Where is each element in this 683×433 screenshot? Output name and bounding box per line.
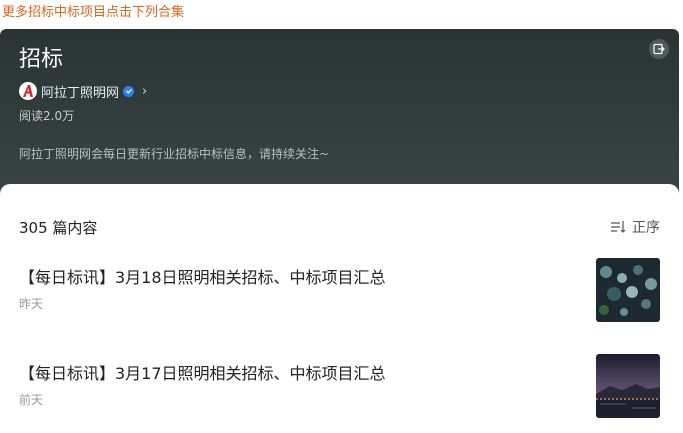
read-count: 阅读2.0万 [19, 109, 75, 123]
article-date: 昨天 [19, 297, 44, 311]
bokeh-lights-image[interactable] [596, 258, 660, 322]
content-count: 305 篇内容 [19, 219, 98, 237]
collection-link[interactable]: 更多招标中标项目点击下列合集 [2, 4, 184, 22]
sort-button[interactable]: 正序 [610, 217, 660, 237]
publisher-logo-icon [19, 82, 37, 100]
content-list: 305 篇内容 正序 【每日标讯】3月18日照明相关招标、中标项目汇总 昨天 【… [0, 184, 679, 433]
list-item[interactable]: 【每日标讯】3月17日照明相关招标、中标项目汇总 前天 [0, 354, 679, 424]
publisher-row[interactable]: 阿拉丁照明网 › [19, 81, 147, 101]
collection-description: 阿拉丁照明网会每日更新行业招标中标信息，请持续关注~ [19, 147, 330, 161]
exit-icon [653, 43, 665, 55]
publisher-name[interactable]: 阿拉丁照明网 [41, 82, 119, 101]
collection-panel: 招标 阿拉丁照明网 › 阅读2.0万 阿拉丁照明网会每日更新行业招标中标信息，请… [0, 29, 679, 433]
collection-title: 招标 [19, 47, 64, 72]
night-lake-image[interactable] [596, 354, 660, 418]
article-title[interactable]: 【每日标讯】3月17日照明相关招标、中标项目汇总 [19, 363, 386, 385]
verified-icon [123, 85, 135, 97]
exit-button[interactable] [649, 39, 669, 59]
article-title[interactable]: 【每日标讯】3月18日照明相关招标、中标项目汇总 [19, 267, 386, 289]
sort-icon [611, 221, 626, 233]
sort-label: 正序 [632, 220, 660, 236]
chevron-right-icon: › [142, 83, 148, 99]
list-item[interactable]: 【每日标讯】3月18日照明相关招标、中标项目汇总 昨天 [0, 258, 679, 328]
article-date: 前天 [19, 393, 44, 407]
